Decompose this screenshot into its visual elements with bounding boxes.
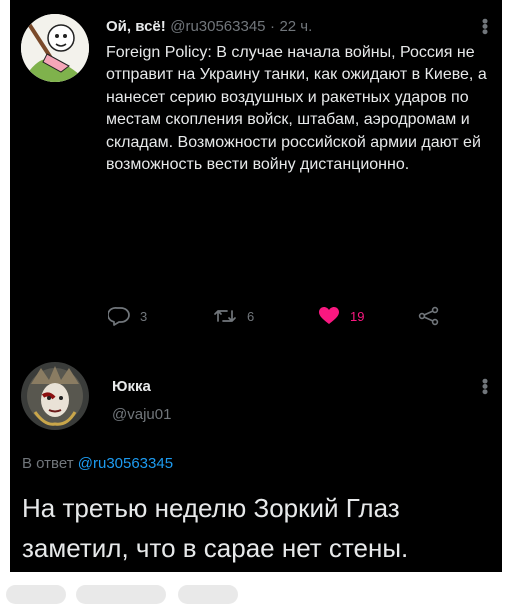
cropped-chip: [6, 585, 66, 604]
reply-author-name[interactable]: Юкка: [112, 378, 151, 395]
tweet-author-name[interactable]: Ой, всё!: [106, 18, 166, 35]
reply-to-prefix: В ответ: [22, 455, 74, 472]
reply-text: На третью неделю Зоркий Глаз заметил, чт…: [22, 493, 409, 563]
cropped-chip: [178, 585, 238, 604]
tweet-timestamp[interactable]: 22 ч.: [279, 18, 312, 35]
cropped-chip: [76, 585, 166, 604]
tweet-avatar[interactable]: [21, 14, 89, 82]
reply-avatar[interactable]: [21, 362, 89, 430]
tweet-header: Ой, всё! @ru30563345 · 22 ч.: [106, 18, 312, 36]
tweet-time-separator: ·: [269, 18, 275, 35]
tweet-author-handle[interactable]: @ru30563345: [170, 18, 265, 35]
like-count: 19: [350, 308, 365, 324]
like-action[interactable]: 19: [318, 306, 364, 326]
heart-icon: [319, 307, 339, 324]
more-icon[interactable]: •••: [475, 18, 495, 34]
avatar-illustration: [21, 362, 89, 430]
retweet-action[interactable]: 6: [213, 306, 254, 326]
more-icon[interactable]: •••: [475, 378, 495, 394]
share-icon: [418, 306, 439, 326]
share-action[interactable]: [418, 306, 440, 326]
tweet-text: Foreign Policy: В случае начала войны, Р…: [106, 44, 487, 174]
reply-action[interactable]: 3: [108, 306, 147, 326]
reply-to-line: В ответ @ru30563345: [22, 455, 173, 472]
reply-count: 3: [140, 308, 148, 324]
reply-to-handle[interactable]: @ru30563345: [78, 455, 173, 472]
screenshot-frame: Ой, всё! @ru30563345 · 22 ч. ••• Foreign…: [10, 0, 502, 572]
reply-icon: [108, 307, 130, 326]
reply-author-handle[interactable]: @vaju01: [112, 406, 171, 423]
retweet-icon: [214, 310, 236, 322]
avatar-illustration: [21, 14, 89, 82]
retweet-count: 6: [247, 308, 255, 324]
